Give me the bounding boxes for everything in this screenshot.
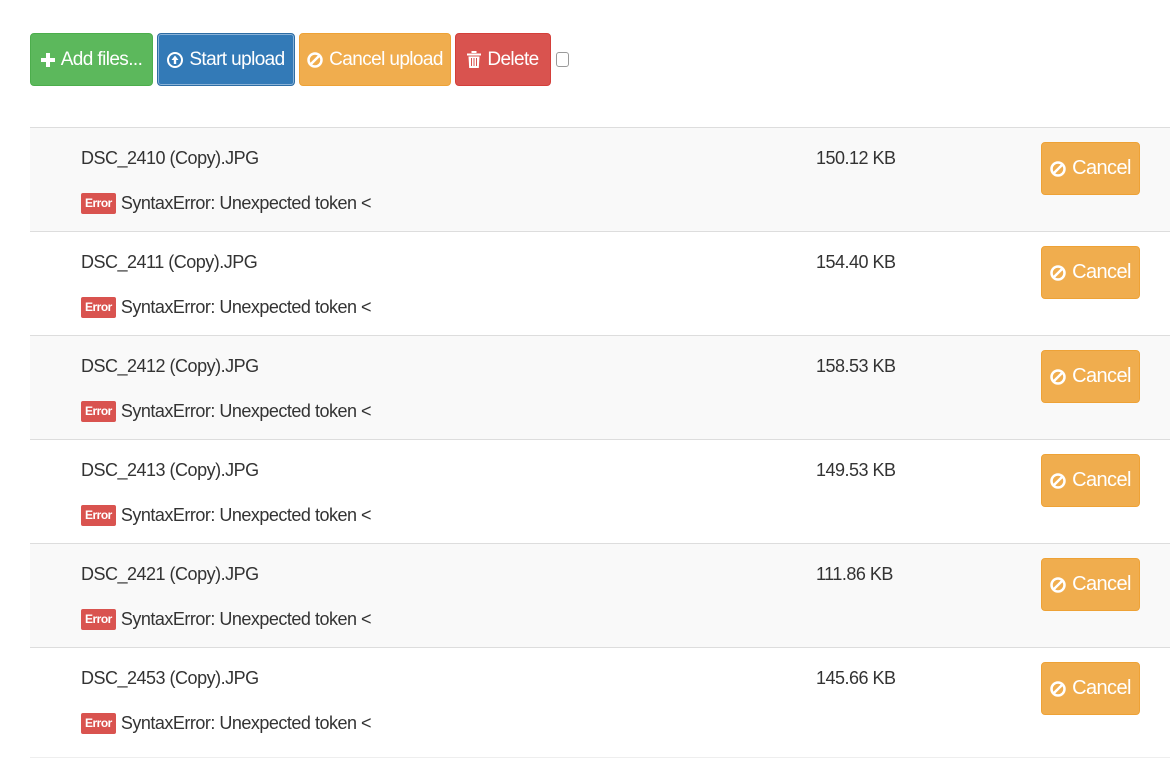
cancel-file-label: Cancel [1072,573,1131,595]
cancel-file-button[interactable]: Cancel [1041,350,1140,403]
ban-icon [1050,160,1066,177]
file-size: 158.53 KB [816,356,896,376]
ban-icon [1050,576,1066,593]
cancel-file-label: Cancel [1072,677,1131,699]
file-name: DSC_2413 (Copy).JPG [81,460,259,480]
error-message: SyntaxError: Unexpected token < [120,609,372,629]
error-message: SyntaxError: Unexpected token < [120,401,372,421]
file-row: DSC_2412 (Copy).JPG Error SyntaxError: U… [30,335,1170,439]
cancel-file-button[interactable]: Cancel [1041,454,1140,507]
cancel-file-button[interactable]: Cancel [1041,142,1140,195]
start-upload-label: Start upload [189,48,285,70]
plus-icon [40,52,55,67]
error-badge: Error [81,401,116,422]
cancel-file-button[interactable]: Cancel [1041,558,1140,611]
error-badge: Error [81,505,116,526]
delete-label: Delete [487,48,539,70]
file-name: DSC_2412 (Copy).JPG [81,356,259,376]
error-line: Error SyntaxError: Unexpected token < [81,713,371,734]
delete-button[interactable]: Delete [455,33,551,86]
file-size: 150.12 KB [816,148,896,168]
error-line: Error SyntaxError: Unexpected token < [81,401,371,422]
ban-icon [1050,368,1066,385]
table-divider [30,757,1170,758]
ban-icon [307,51,323,68]
file-row: DSC_2421 (Copy).JPG Error SyntaxError: U… [30,543,1170,647]
file-upload-page: Add files... Start upload Cancel upload … [0,0,1170,780]
ban-icon [1050,680,1066,697]
cancel-file-label: Cancel [1072,365,1131,387]
file-list: DSC_2410 (Copy).JPG Error SyntaxError: U… [30,127,1170,751]
file-size: 111.86 KB [816,564,893,584]
add-files-label: Add files... [60,48,143,70]
file-row: DSC_2413 (Copy).JPG Error SyntaxError: U… [30,439,1170,543]
cancel-upload-label: Cancel upload [329,48,443,70]
file-size: 145.66 KB [816,668,896,688]
error-line: Error SyntaxError: Unexpected token < [81,505,371,526]
file-size: 154.40 KB [816,252,896,272]
file-name: DSC_2410 (Copy).JPG [81,148,259,168]
error-badge: Error [81,713,116,734]
error-message: SyntaxError: Unexpected token < [120,297,372,317]
file-row: DSC_2453 (Copy).JPG Error SyntaxError: U… [30,647,1170,751]
error-badge: Error [81,297,116,318]
error-line: Error SyntaxError: Unexpected token < [81,193,371,214]
start-upload-button[interactable]: Start upload [157,33,295,86]
error-badge: Error [81,609,116,630]
add-files-button[interactable]: Add files... [30,33,153,86]
select-all-checkbox[interactable] [556,52,569,67]
cancel-file-label: Cancel [1072,261,1131,283]
cancel-file-label: Cancel [1072,469,1131,491]
file-name: DSC_2411 (Copy).JPG [81,252,258,272]
error-message: SyntaxError: Unexpected token < [120,193,372,213]
trash-icon [467,51,482,68]
file-row: DSC_2410 (Copy).JPG Error SyntaxError: U… [30,127,1170,231]
ban-icon [1050,472,1066,489]
ban-icon [1050,264,1066,281]
error-badge: Error [81,193,116,214]
file-name: DSC_2453 (Copy).JPG [81,668,259,688]
upload-toolbar: Add files... Start upload Cancel upload … [30,33,569,86]
error-message: SyntaxError: Unexpected token < [120,713,372,733]
file-name: DSC_2421 (Copy).JPG [81,564,259,584]
cancel-file-button[interactable]: Cancel [1041,662,1140,715]
cancel-file-button[interactable]: Cancel [1041,246,1140,299]
upload-circle-icon [167,51,184,68]
cancel-file-label: Cancel [1072,157,1131,179]
file-row: DSC_2411 (Copy).JPG Error SyntaxError: U… [30,231,1170,335]
file-size: 149.53 KB [816,460,896,480]
error-line: Error SyntaxError: Unexpected token < [81,609,371,630]
cancel-upload-button[interactable]: Cancel upload [299,33,451,86]
error-message: SyntaxError: Unexpected token < [120,505,372,525]
error-line: Error SyntaxError: Unexpected token < [81,297,371,318]
